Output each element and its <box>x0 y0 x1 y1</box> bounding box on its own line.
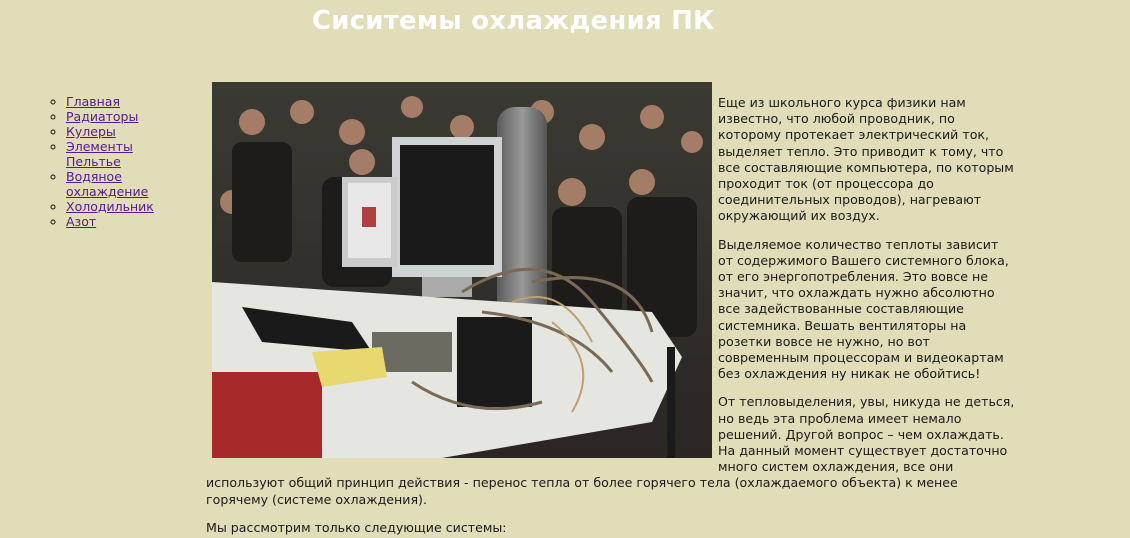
nav-link-home[interactable]: Главная <box>66 94 120 109</box>
page: Сиситемы охлаждения ПК Главная Радиаторы… <box>0 0 1130 538</box>
nav-link-coolers[interactable]: Кулеры <box>66 124 116 139</box>
article-paragraph-4: Мы рассмотрим только следующие системы: <box>206 519 507 535</box>
nav-item-peltier: Элементы Пельтье <box>66 139 186 169</box>
nav-item-home: Главная <box>66 94 186 109</box>
nav-item-fridge: Холодильник <box>66 199 186 214</box>
page-title: Сиситемы охлаждения ПК <box>312 6 715 36</box>
sidebar-nav: Главная Радиаторы Кулеры Элементы Пельть… <box>46 94 186 229</box>
nav-item-radiators: Радиаторы <box>66 109 186 124</box>
cooling-demo-photo <box>212 82 712 458</box>
nav-link-radiators[interactable]: Радиаторы <box>66 109 138 124</box>
article: Еще из школьного курса физики нам извест… <box>206 82 1016 538</box>
nav-link-water-cooling[interactable]: Водяное охлаждение <box>66 169 148 199</box>
nav-link-peltier[interactable]: Элементы Пельтье <box>66 139 133 169</box>
nav-item-nitrogen: Азот <box>66 214 186 229</box>
nav-item-coolers: Кулеры <box>66 124 186 139</box>
nav-link-fridge[interactable]: Холодильник <box>66 199 154 214</box>
nav-link-nitrogen[interactable]: Азот <box>66 214 96 229</box>
nav-item-water-cooling: Водяное охлаждение <box>66 169 186 199</box>
